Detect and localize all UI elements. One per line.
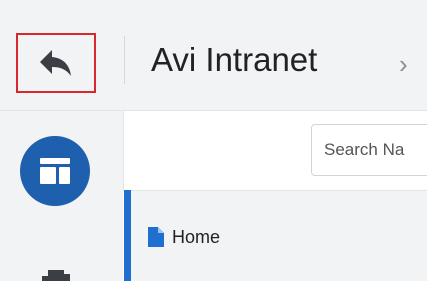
rail-divider <box>123 111 124 191</box>
back-button[interactable] <box>16 33 96 93</box>
top-header: Avi Intranet › <box>0 0 427 111</box>
rail-pages-button[interactable] <box>36 262 72 281</box>
nav-item-home[interactable]: Home <box>148 220 220 254</box>
layout-icon <box>40 158 70 184</box>
pages-icon <box>36 262 72 281</box>
app-title[interactable]: Avi Intranet <box>151 36 317 84</box>
breadcrumb-chevron-icon: › <box>399 49 408 79</box>
nav-item-home-label: Home <box>172 226 221 247</box>
nav-active-indicator <box>124 190 131 281</box>
app-window: Avi Intranet › Search Na Home <box>0 0 427 281</box>
rail-layout-button[interactable] <box>20 136 90 206</box>
page-icon <box>148 227 164 247</box>
back-arrow-icon <box>38 48 74 78</box>
header-divider <box>124 36 125 84</box>
search-input[interactable] <box>311 124 427 176</box>
